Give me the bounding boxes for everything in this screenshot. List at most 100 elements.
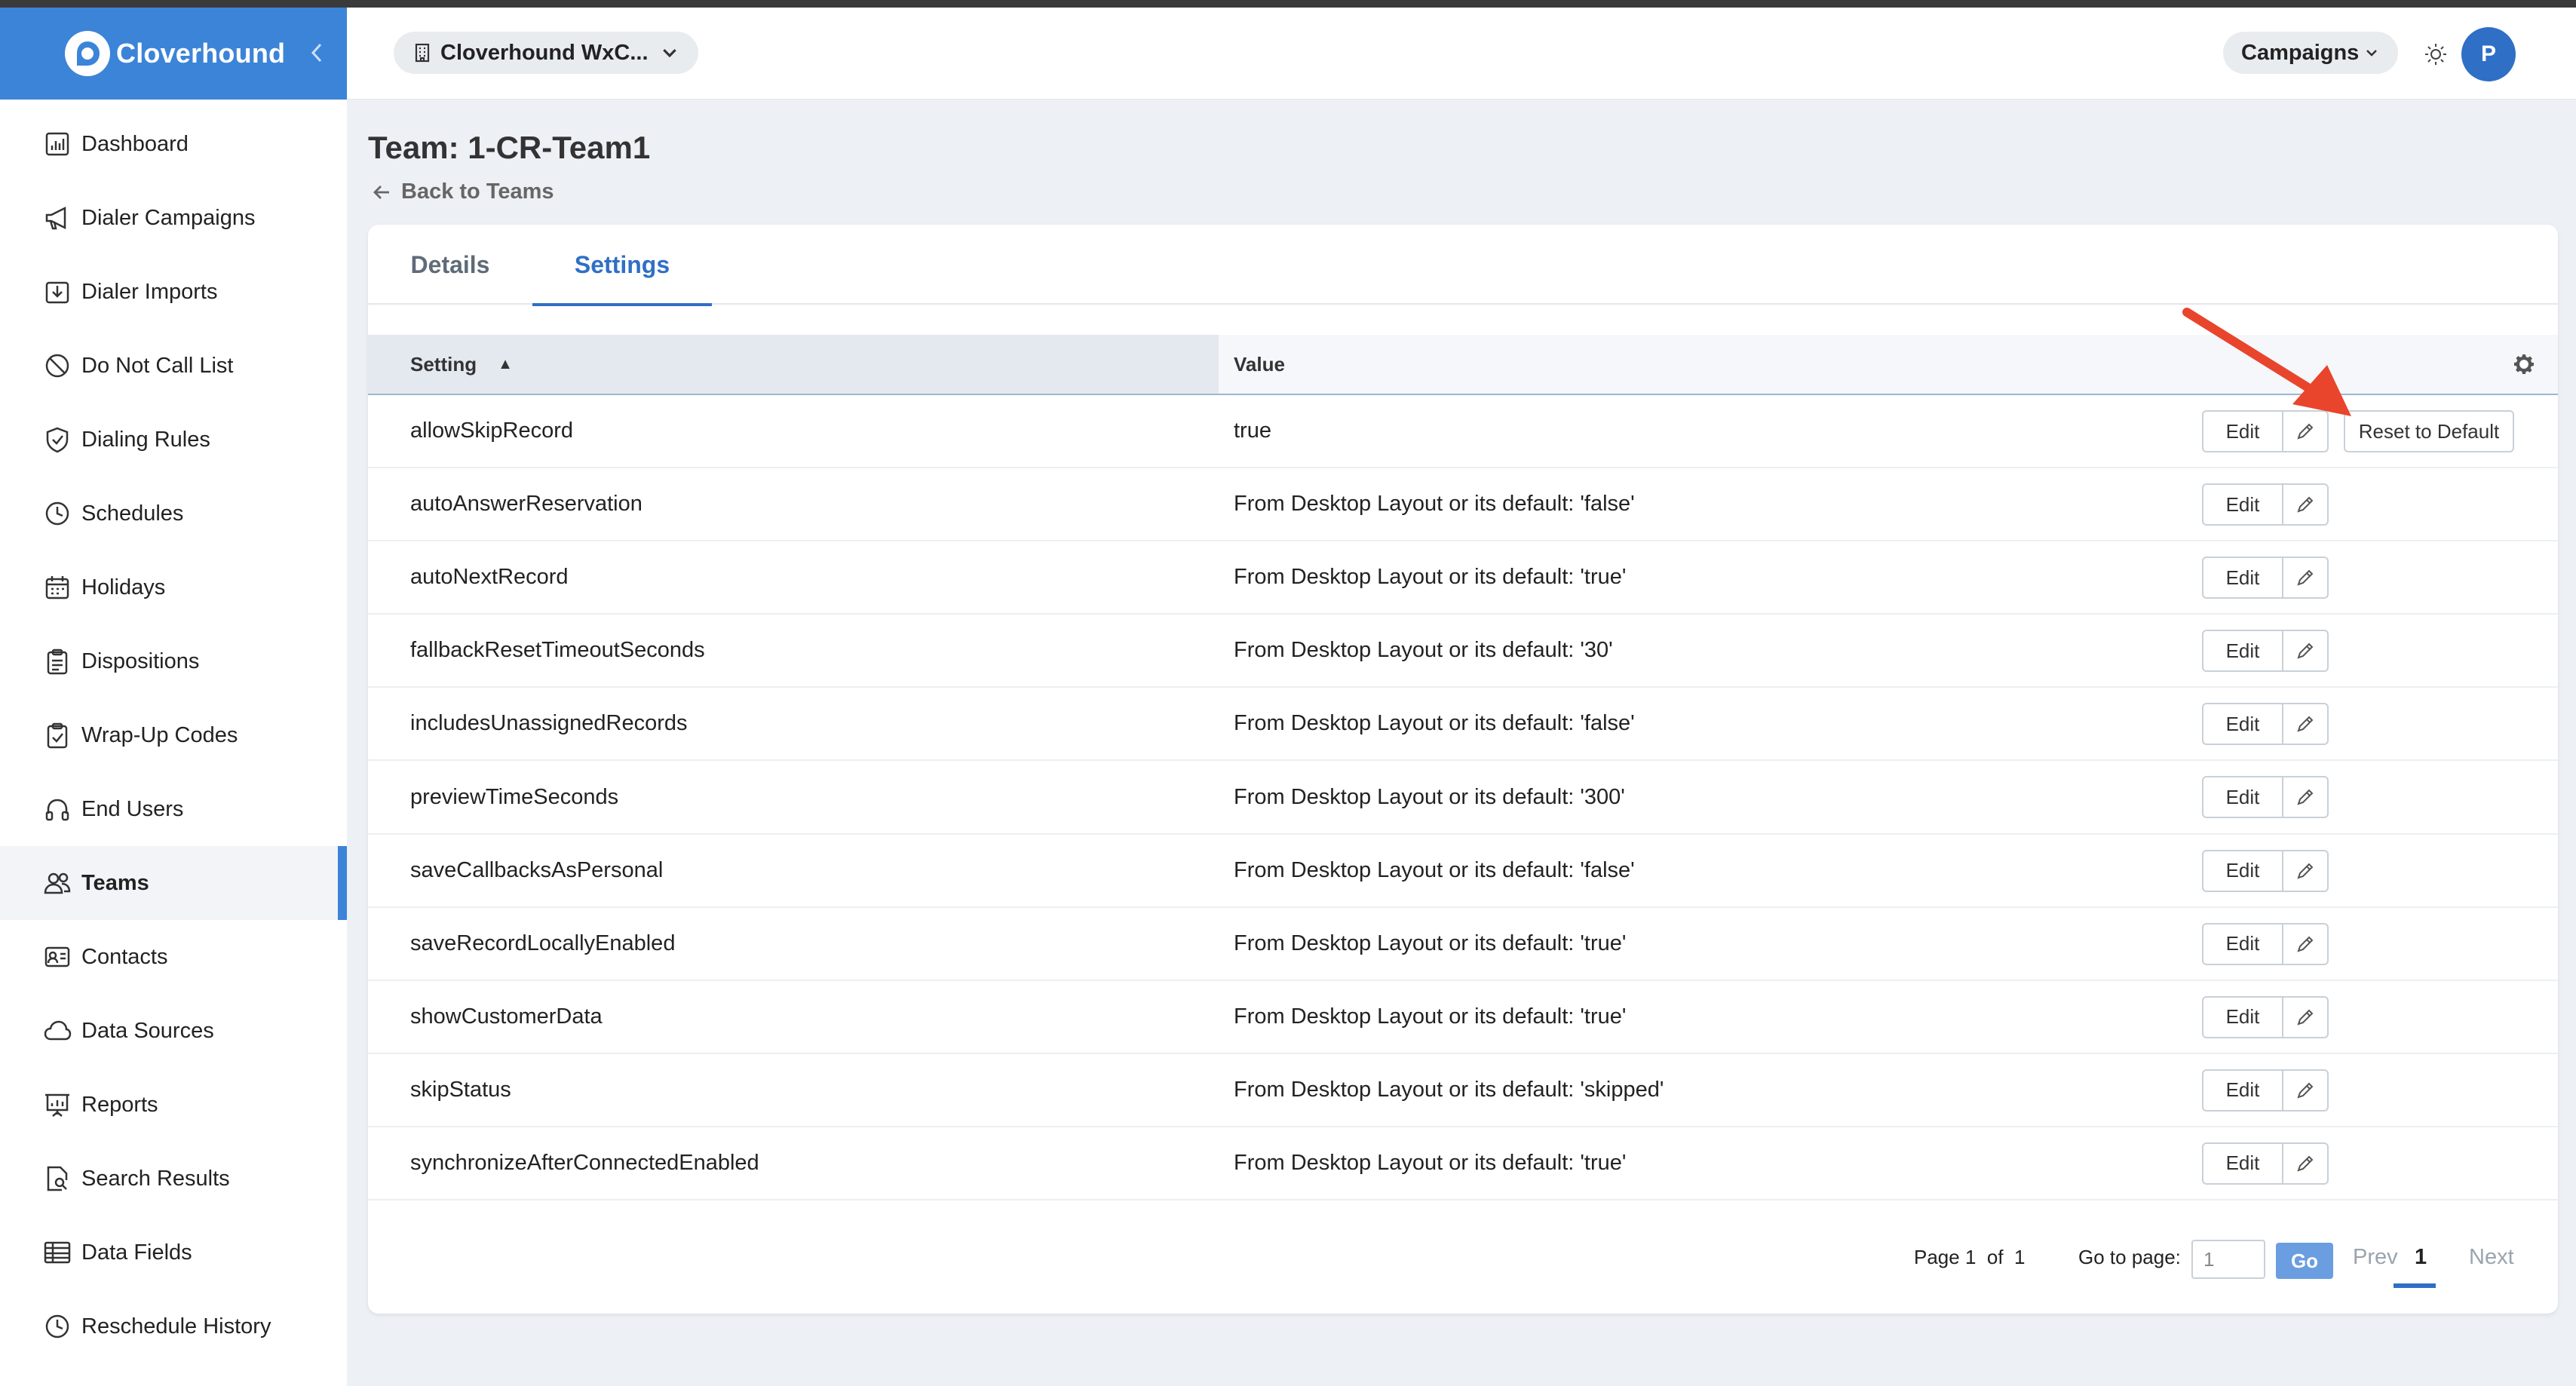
sidebar-item-data-sources[interactable]: Data Sources xyxy=(0,994,347,1068)
column-header-value[interactable]: Value xyxy=(1234,335,1285,394)
sidebar-item-dialer-imports[interactable]: Dialer Imports xyxy=(0,255,347,329)
sidebar-item-label: Dispositions xyxy=(81,649,200,673)
collapse-sidebar-icon[interactable] xyxy=(306,41,327,65)
page-number-button[interactable]: 1 xyxy=(2415,1200,2427,1314)
sidebar-item-wrap-up-codes[interactable]: Wrap-Up Codes xyxy=(0,698,347,772)
calendar-icon xyxy=(41,571,74,604)
campaigns-menu[interactable]: Campaigns xyxy=(2223,32,2399,74)
setting-value: From Desktop Layout or its default: 'tru… xyxy=(1234,931,1627,955)
column-header-setting[interactable]: Setting ▲ xyxy=(368,335,1219,394)
setting-name: showCustomerData xyxy=(410,1004,603,1029)
edit-button-label: Edit xyxy=(2225,712,2260,735)
tab-settings[interactable]: Settings xyxy=(532,225,712,306)
edit-button[interactable]: Edit xyxy=(2202,630,2329,673)
edit-button-label: Edit xyxy=(2225,639,2260,662)
org-selector[interactable]: Cloverhound WxC... xyxy=(394,32,698,74)
go-button[interactable]: Go xyxy=(2276,1243,2333,1279)
pencil-icon xyxy=(2283,934,2327,954)
tab-details[interactable]: Details xyxy=(368,225,532,305)
brand-name: Cloverhound xyxy=(116,38,286,69)
pagination: Page 1 of 1 Go to page: 1 Go Prev 1 Next xyxy=(368,1200,2558,1314)
total-pages: 1 xyxy=(2014,1245,2026,1268)
table-row: saveRecordLocallyEnabled From Desktop Lay… xyxy=(368,908,2558,981)
pencil-icon xyxy=(2283,861,2327,881)
sidebar-item-do-not-call-list[interactable]: Do Not Call List xyxy=(0,329,347,403)
table-row: saveCallbacksAsPersonal From Desktop Layo… xyxy=(368,835,2558,908)
sidebar-item-end-users[interactable]: End Users xyxy=(0,772,347,846)
user-avatar[interactable]: P xyxy=(2461,27,2516,81)
edit-button[interactable]: Edit xyxy=(2202,1069,2329,1112)
annotation-arrow xyxy=(2182,308,2351,416)
sidebar-item-reports[interactable]: Reports xyxy=(0,1068,347,1142)
of-word: of xyxy=(1986,1245,2004,1268)
sidebar: Cloverhound Dashboard Dialer Campaigns D… xyxy=(0,8,347,1386)
sidebar-item-label: Schedules xyxy=(81,501,184,526)
search-doc-icon xyxy=(41,1162,74,1195)
presentation-icon xyxy=(41,1088,74,1121)
setting-value: From Desktop Layout or its default: '30' xyxy=(1234,638,1613,663)
setting-value: From Desktop Layout or its default: 'tru… xyxy=(1234,1004,1627,1029)
sidebar-item-label: Search Results xyxy=(81,1166,230,1191)
sidebar-item-dialer-campaigns[interactable]: Dialer Campaigns xyxy=(0,181,347,255)
prev-page-button[interactable]: Prev xyxy=(2353,1200,2398,1314)
sidebar-item-label: Dialer Imports xyxy=(81,279,218,304)
setting-value: From Desktop Layout or its default: 'fal… xyxy=(1234,857,1635,882)
setting-name: saveRecordLocallyEnabled xyxy=(410,931,676,955)
edit-button[interactable]: Edit xyxy=(2202,703,2329,746)
arrow-left-icon xyxy=(373,185,389,199)
edit-button-label: Edit xyxy=(2225,785,2260,808)
edit-button[interactable]: Edit xyxy=(2202,922,2329,965)
headset-icon xyxy=(41,793,74,826)
reset-to-default-button[interactable]: Reset to Default xyxy=(2344,410,2514,452)
sidebar-item-contacts[interactable]: Contacts xyxy=(0,920,347,994)
sidebar-item-holidays[interactable]: Holidays xyxy=(0,550,347,624)
pencil-icon xyxy=(2283,1154,2327,1173)
page-word: Page xyxy=(1914,1245,1960,1268)
chevron-down-icon xyxy=(2366,50,2378,57)
sidebar-item-label: Holidays xyxy=(81,575,166,599)
next-page-button[interactable]: Next xyxy=(2469,1200,2514,1314)
sidebar-item-dialing-rules[interactable]: Dialing Rules xyxy=(0,403,347,477)
edit-button[interactable]: Edit xyxy=(2202,1142,2329,1185)
settings-table-body: allowSkipRecord true Edit Reset to Default a… xyxy=(368,395,2558,1201)
sort-ascending-icon: ▲ xyxy=(498,355,513,373)
edit-button-label: Edit xyxy=(2225,1078,2260,1102)
sidebar-item-schedules[interactable]: Schedules xyxy=(0,477,347,550)
setting-name: autoNextRecord xyxy=(410,565,569,590)
table-row: skipStatus From Desktop Layout or its def… xyxy=(368,1054,2558,1127)
sidebar-item-label: Do Not Call List xyxy=(81,353,234,378)
sidebar-item-dashboard[interactable]: Dashboard xyxy=(0,107,347,181)
table-row: synchronizeAfterConnectedEnabled From Des… xyxy=(368,1127,2558,1201)
go-to-page-input[interactable]: 1 xyxy=(2191,1240,2265,1279)
brand-bar[interactable]: Cloverhound xyxy=(0,8,347,100)
gear-icon[interactable] xyxy=(2513,353,2535,376)
edit-button[interactable]: Edit xyxy=(2202,995,2329,1038)
cloud-icon xyxy=(41,1014,74,1047)
edit-button[interactable]: Edit xyxy=(2202,483,2329,526)
pencil-icon xyxy=(2283,641,2327,661)
pencil-icon xyxy=(2283,787,2327,807)
chevron-down-icon xyxy=(662,49,676,58)
tab-bar: Details Settings xyxy=(368,225,2558,306)
edit-button[interactable]: Edit xyxy=(2202,557,2329,599)
sidebar-item-dispositions[interactable]: Dispositions xyxy=(0,624,347,698)
table-row: previewTimeSeconds From Desktop Layout or… xyxy=(368,761,2558,835)
pencil-icon xyxy=(2283,568,2327,587)
setting-value: From Desktop Layout or its default: '300… xyxy=(1234,784,1625,809)
back-link-label: Back to Teams xyxy=(401,179,554,204)
edit-button[interactable]: Edit xyxy=(2202,776,2329,819)
sidebar-item-label: Reschedule History xyxy=(81,1314,271,1338)
sidebar-item-search-results[interactable]: Search Results xyxy=(0,1142,347,1216)
pagination-status: Page 1 of 1 xyxy=(1914,1200,2026,1314)
users-icon xyxy=(41,866,74,900)
sidebar-item-reschedule-history[interactable]: Reschedule History xyxy=(0,1289,347,1363)
import-icon xyxy=(41,275,74,308)
sidebar-item-teams[interactable]: Teams xyxy=(0,846,347,920)
sidebar-item-label: End Users xyxy=(81,796,184,821)
sidebar-item-data-fields[interactable]: Data Fields xyxy=(0,1216,347,1289)
edit-button[interactable]: Edit xyxy=(2202,849,2329,892)
back-to-teams-link[interactable]: Back to Teams xyxy=(371,179,554,204)
theme-toggle-sun-icon[interactable] xyxy=(2422,41,2449,68)
pencil-icon xyxy=(2283,495,2327,514)
sidebar-item-label: Dialer Campaigns xyxy=(81,205,256,230)
